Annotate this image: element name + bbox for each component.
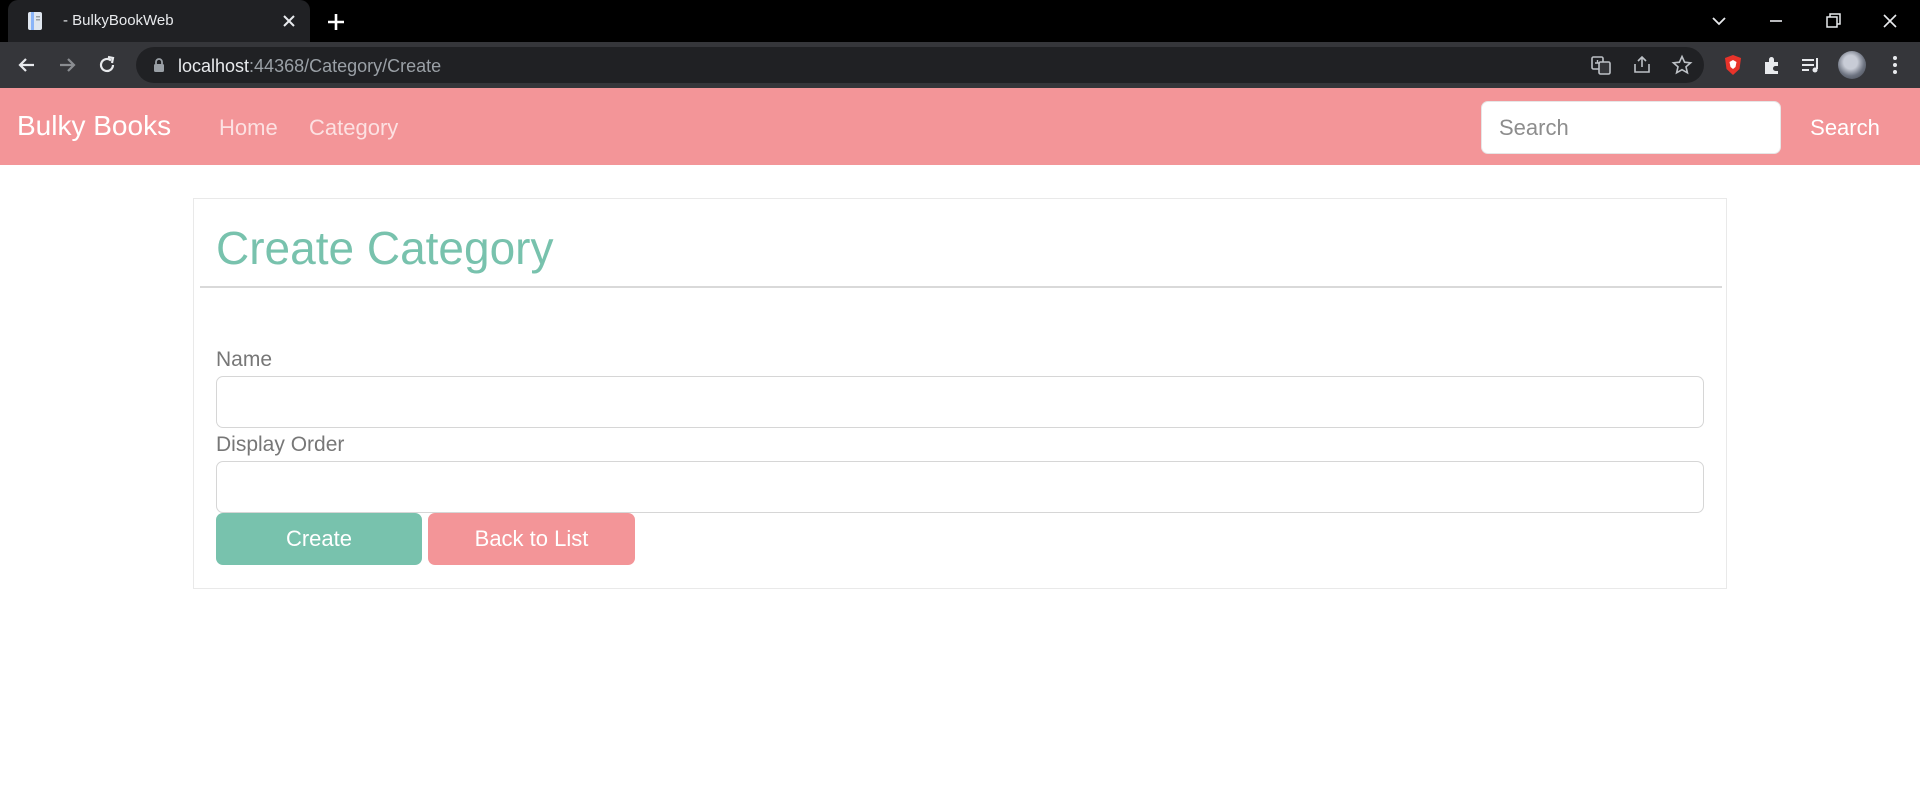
share-icon[interactable] <box>1631 54 1653 76</box>
back-to-list-button[interactable]: Back to List <box>428 513 635 565</box>
search-input[interactable] <box>1481 101 1781 154</box>
display-order-label: Display Order <box>216 433 345 456</box>
nav-link-category[interactable]: Category <box>309 115 398 141</box>
restore-icon[interactable] <box>1820 8 1846 34</box>
media-playlist-icon[interactable] <box>1798 52 1824 78</box>
brand-logo[interactable]: Bulky Books <box>17 110 171 142</box>
display-order-input[interactable] <box>216 461 1704 513</box>
lock-icon[interactable] <box>151 57 167 73</box>
close-window-icon[interactable] <box>1877 8 1903 34</box>
url-host: localhost <box>178 56 250 76</box>
create-button[interactable]: Create <box>216 513 422 565</box>
name-label: Name <box>216 348 273 371</box>
extensions-puzzle-icon[interactable] <box>1759 52 1785 78</box>
minimize-icon[interactable] <box>1763 8 1789 34</box>
nav-link-home[interactable]: Home <box>219 115 278 141</box>
reload-icon[interactable] <box>94 52 120 78</box>
kebab-menu-icon[interactable] <box>1882 52 1908 78</box>
document-icon <box>25 10 47 32</box>
browser-tab-strip: - BulkyBookWeb <box>0 0 1920 42</box>
translate-icon[interactable] <box>1590 54 1612 76</box>
create-category-form: Create Category Name Display Order Creat… <box>193 198 1727 589</box>
forward-arrow-icon[interactable] <box>54 52 80 78</box>
tab-title: - BulkyBookWeb <box>63 12 174 29</box>
url-path: :44368/Category/Create <box>249 56 442 76</box>
page-title: Create Category <box>216 222 554 274</box>
back-arrow-icon[interactable] <box>14 52 40 78</box>
new-tab-icon[interactable] <box>324 10 348 34</box>
browser-toolbar: localhost:44368/Category/Create <box>0 42 1920 88</box>
url-text[interactable]: localhost:44368/Category/Create <box>178 56 441 77</box>
address-bar[interactable]: localhost:44368/Category/Create <box>136 47 1704 83</box>
title-divider <box>200 286 1722 288</box>
name-input[interactable] <box>216 376 1704 428</box>
close-icon[interactable] <box>278 10 300 32</box>
search-button[interactable]: Search <box>1790 101 1900 154</box>
browser-tab[interactable]: - BulkyBookWeb <box>8 0 310 42</box>
bookmark-star-icon[interactable] <box>1671 54 1693 76</box>
brave-shield-icon[interactable] <box>1720 52 1746 78</box>
site-navbar: Bulky Books Home Category Search <box>0 88 1920 165</box>
tab-search-chevron-icon[interactable] <box>1706 8 1732 34</box>
profile-avatar[interactable] <box>1838 51 1866 79</box>
